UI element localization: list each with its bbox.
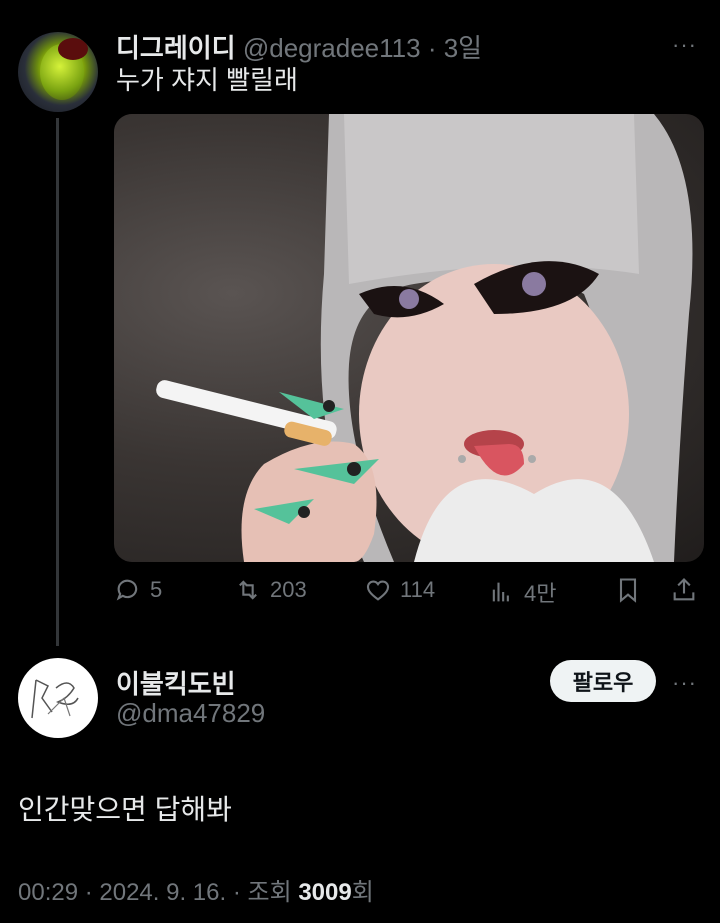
views-suffix: 회 <box>351 879 374 906</box>
views-button[interactable]: 4만 <box>488 576 556 608</box>
more-options-icon[interactable]: ··· <box>672 670 697 696</box>
like-button[interactable]: 114 <box>364 576 435 604</box>
tweet-text: 누가 쟈지 빨릴래 <box>116 65 298 95</box>
share-button[interactable] <box>670 576 698 604</box>
user-handle[interactable]: @degradee113 <box>243 33 421 63</box>
display-name[interactable]: 디그레이디 <box>116 33 236 63</box>
retweet-count: 203 <box>270 577 307 602</box>
more-options-icon[interactable]: ··· <box>672 32 697 58</box>
tweet-time[interactable]: 3일 <box>444 33 482 63</box>
tweet-actions: 5 203 114 4만 <box>114 576 704 612</box>
separator: · <box>226 879 248 906</box>
thread-connector <box>56 118 59 646</box>
avatar-accent <box>58 38 88 60</box>
separator: · <box>78 879 100 906</box>
avatar[interactable] <box>18 32 98 112</box>
tweet-header: 디그레이디 @degradee113 · 3일 <box>116 32 482 64</box>
reply-button[interactable]: 5 <box>114 576 162 604</box>
separator: · <box>427 33 437 63</box>
meta-time[interactable]: 00:29 <box>18 879 78 906</box>
heart-icon <box>366 580 390 601</box>
retweet-icon <box>239 580 257 600</box>
bookmark-button[interactable] <box>614 576 642 604</box>
share-icon <box>673 578 695 601</box>
tweet-meta: 00:29 · 2024. 9. 16. · 조회 3009회 <box>18 872 374 907</box>
retweet-button[interactable]: 203 <box>234 576 307 604</box>
views-prefix: 조회 <box>247 879 299 906</box>
views-icon <box>492 582 509 602</box>
reply-count: 5 <box>150 577 163 602</box>
reply-display-name[interactable]: 이불킥도빈 <box>116 664 236 701</box>
reply-icon <box>116 579 138 601</box>
reply-text: 인간맞으면 답해봐 <box>18 794 232 825</box>
reply-user-handle[interactable]: @dma47829 <box>116 698 265 729</box>
like-count: 114 <box>400 577 436 602</box>
avatar-sketch <box>31 679 79 719</box>
view-count: 4만 <box>524 581 557 606</box>
bookmark-icon <box>619 578 637 603</box>
avatar[interactable] <box>18 658 98 738</box>
meta-date[interactable]: 2024. 9. 16. <box>99 879 226 906</box>
tweet-photo[interactable] <box>114 114 704 562</box>
views-count: 3009 <box>298 879 352 906</box>
follow-button[interactable]: 팔로우 <box>550 660 656 702</box>
